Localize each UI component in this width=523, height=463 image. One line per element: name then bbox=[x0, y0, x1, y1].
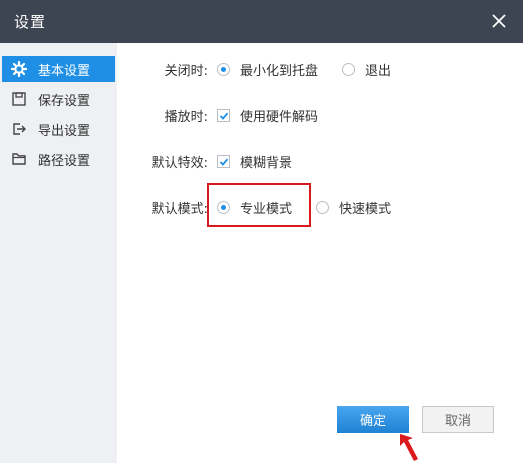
radio-quick-mode[interactable]: 快速模式 bbox=[316, 198, 391, 217]
annotation-arrow-icon bbox=[400, 434, 418, 461]
checkbox-hardware-decoding[interactable]: 使用硬件解码 bbox=[217, 106, 318, 125]
sidebar-item-label: 基本设置 bbox=[38, 63, 91, 79]
checkbox-label: 使用硬件解码 bbox=[240, 110, 319, 125]
cancel-button[interactable]: 取消 bbox=[422, 406, 494, 433]
close-behavior-label: 关闭时: bbox=[164, 64, 208, 79]
settings-dialog: 设置 基本设置 保存设置 导出设置 路径设置 关闭时: 最小化到托盘 退出 播放… bbox=[0, 0, 523, 463]
sidebar-item-label: 保存设置 bbox=[38, 93, 91, 109]
gear-icon bbox=[9, 59, 29, 79]
radio-label: 快速模式 bbox=[339, 202, 392, 217]
radio-label: 退出 bbox=[365, 64, 392, 79]
checkbox[interactable] bbox=[217, 109, 230, 122]
sidebar-item-basic-settings[interactable]: 基本设置 bbox=[2, 56, 115, 82]
close-button[interactable] bbox=[485, 7, 513, 35]
default-mode-label: 默认模式: bbox=[151, 202, 208, 217]
default-effect-label: 默认特效: bbox=[151, 156, 208, 171]
sidebar-item-export-settings[interactable]: 导出设置 bbox=[2, 116, 115, 142]
checkbox-blur-background[interactable]: 模糊背景 bbox=[217, 152, 292, 171]
radio-button[interactable] bbox=[217, 63, 230, 76]
window-title: 设置 bbox=[14, 13, 47, 31]
checkmark-icon bbox=[219, 158, 228, 166]
playback-label: 播放时: bbox=[164, 110, 208, 125]
checkbox[interactable] bbox=[217, 155, 230, 168]
radio-minimize-to-tray[interactable]: 最小化到托盘 bbox=[217, 60, 318, 79]
title-bar[interactable]: 设置 bbox=[0, 0, 523, 43]
sidebar-item-label: 路径设置 bbox=[38, 153, 91, 169]
folder-icon bbox=[9, 149, 29, 169]
checkbox-label: 模糊背景 bbox=[240, 156, 293, 171]
radio-button[interactable] bbox=[316, 201, 329, 214]
sidebar-item-label: 导出设置 bbox=[38, 123, 91, 139]
radio-button[interactable] bbox=[342, 63, 355, 76]
close-icon bbox=[492, 14, 506, 28]
sidebar: 基本设置 保存设置 导出设置 路径设置 bbox=[0, 43, 117, 463]
ok-button[interactable]: 确定 bbox=[337, 406, 409, 433]
export-icon bbox=[9, 119, 29, 139]
save-icon bbox=[9, 89, 29, 109]
annotation-highlight-box bbox=[207, 183, 311, 227]
sidebar-item-save-settings[interactable]: 保存设置 bbox=[2, 86, 115, 112]
checkmark-icon bbox=[219, 112, 228, 120]
radio-label: 最小化到托盘 bbox=[240, 64, 319, 79]
sidebar-item-path-settings[interactable]: 路径设置 bbox=[2, 146, 115, 172]
radio-exit[interactable]: 退出 bbox=[342, 60, 391, 79]
